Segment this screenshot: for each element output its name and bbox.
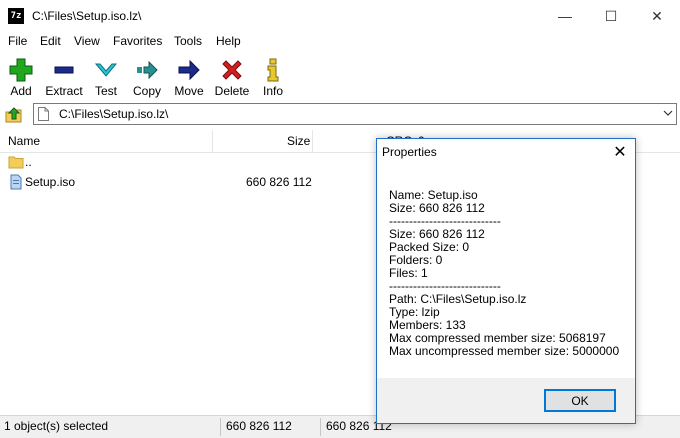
extract-label: Extract bbox=[45, 84, 83, 98]
status-selected: 1 object(s) selected bbox=[4, 419, 109, 433]
dialog-close-button[interactable]: ✕ bbox=[605, 139, 635, 166]
window-title: C:\Files\Setup.iso.lz\ bbox=[32, 9, 142, 23]
add-button[interactable]: Add bbox=[2, 52, 40, 100]
chevron-down-icon[interactable] bbox=[662, 106, 674, 120]
status-divider bbox=[220, 418, 221, 436]
test-button[interactable]: Test bbox=[88, 52, 124, 100]
column-divider[interactable] bbox=[212, 130, 213, 152]
list-item-name: Setup.iso bbox=[25, 175, 76, 189]
address-path: C:\Files\Setup.iso.lz\ bbox=[59, 107, 169, 121]
menu-view[interactable]: View bbox=[74, 32, 100, 50]
column-divider[interactable] bbox=[312, 130, 313, 152]
list-item-name: .. bbox=[25, 155, 32, 169]
copy-arrow-icon bbox=[137, 60, 158, 80]
delete-x-icon bbox=[222, 60, 242, 80]
column-size[interactable]: Size bbox=[287, 130, 310, 152]
close-window-button[interactable]: ✕ bbox=[634, 0, 680, 32]
app-logo-icon: 7z bbox=[8, 8, 24, 24]
menu-edit[interactable]: Edit bbox=[40, 32, 61, 50]
move-button[interactable]: Move bbox=[170, 52, 208, 100]
dialog-title: Properties bbox=[382, 145, 437, 159]
column-name[interactable]: Name bbox=[8, 130, 40, 152]
info-icon bbox=[267, 58, 279, 82]
info-button[interactable]: Info bbox=[256, 52, 290, 100]
minimize-button[interactable]: — bbox=[542, 0, 588, 32]
menu-favorites[interactable]: Favorites bbox=[113, 32, 162, 50]
status-size: 660 826 112 bbox=[226, 419, 292, 433]
copy-button[interactable]: Copy bbox=[127, 52, 167, 100]
minus-icon bbox=[54, 66, 74, 74]
status-divider bbox=[320, 418, 321, 436]
file-icon bbox=[8, 174, 24, 190]
add-label: Add bbox=[10, 84, 32, 98]
check-icon bbox=[94, 63, 118, 77]
up-folder-button[interactable] bbox=[4, 105, 24, 125]
move-arrow-icon bbox=[178, 59, 200, 81]
move-label: Move bbox=[174, 84, 204, 98]
menu-tools[interactable]: Tools bbox=[174, 32, 202, 50]
folder-up-icon bbox=[5, 107, 22, 123]
folder-icon bbox=[8, 154, 24, 170]
extract-button[interactable]: Extract bbox=[42, 52, 86, 100]
delete-label: Delete bbox=[214, 84, 250, 98]
add-icon bbox=[9, 58, 33, 82]
copy-label: Copy bbox=[132, 84, 161, 98]
menu-help[interactable]: Help bbox=[216, 32, 241, 50]
ok-button[interactable]: OK bbox=[544, 389, 616, 412]
menu-bar bbox=[0, 32, 680, 50]
prop-max-uncompressed: Max uncompressed member size: 5000000 bbox=[389, 344, 620, 358]
delete-button[interactable]: Delete bbox=[211, 52, 253, 100]
test-label: Test bbox=[94, 84, 117, 98]
maximize-button[interactable]: ☐ bbox=[588, 0, 634, 32]
info-label: Info bbox=[262, 84, 283, 98]
list-item-size: 660 826 112 bbox=[246, 175, 312, 189]
document-icon bbox=[38, 107, 49, 121]
menu-file[interactable]: File bbox=[8, 32, 27, 50]
